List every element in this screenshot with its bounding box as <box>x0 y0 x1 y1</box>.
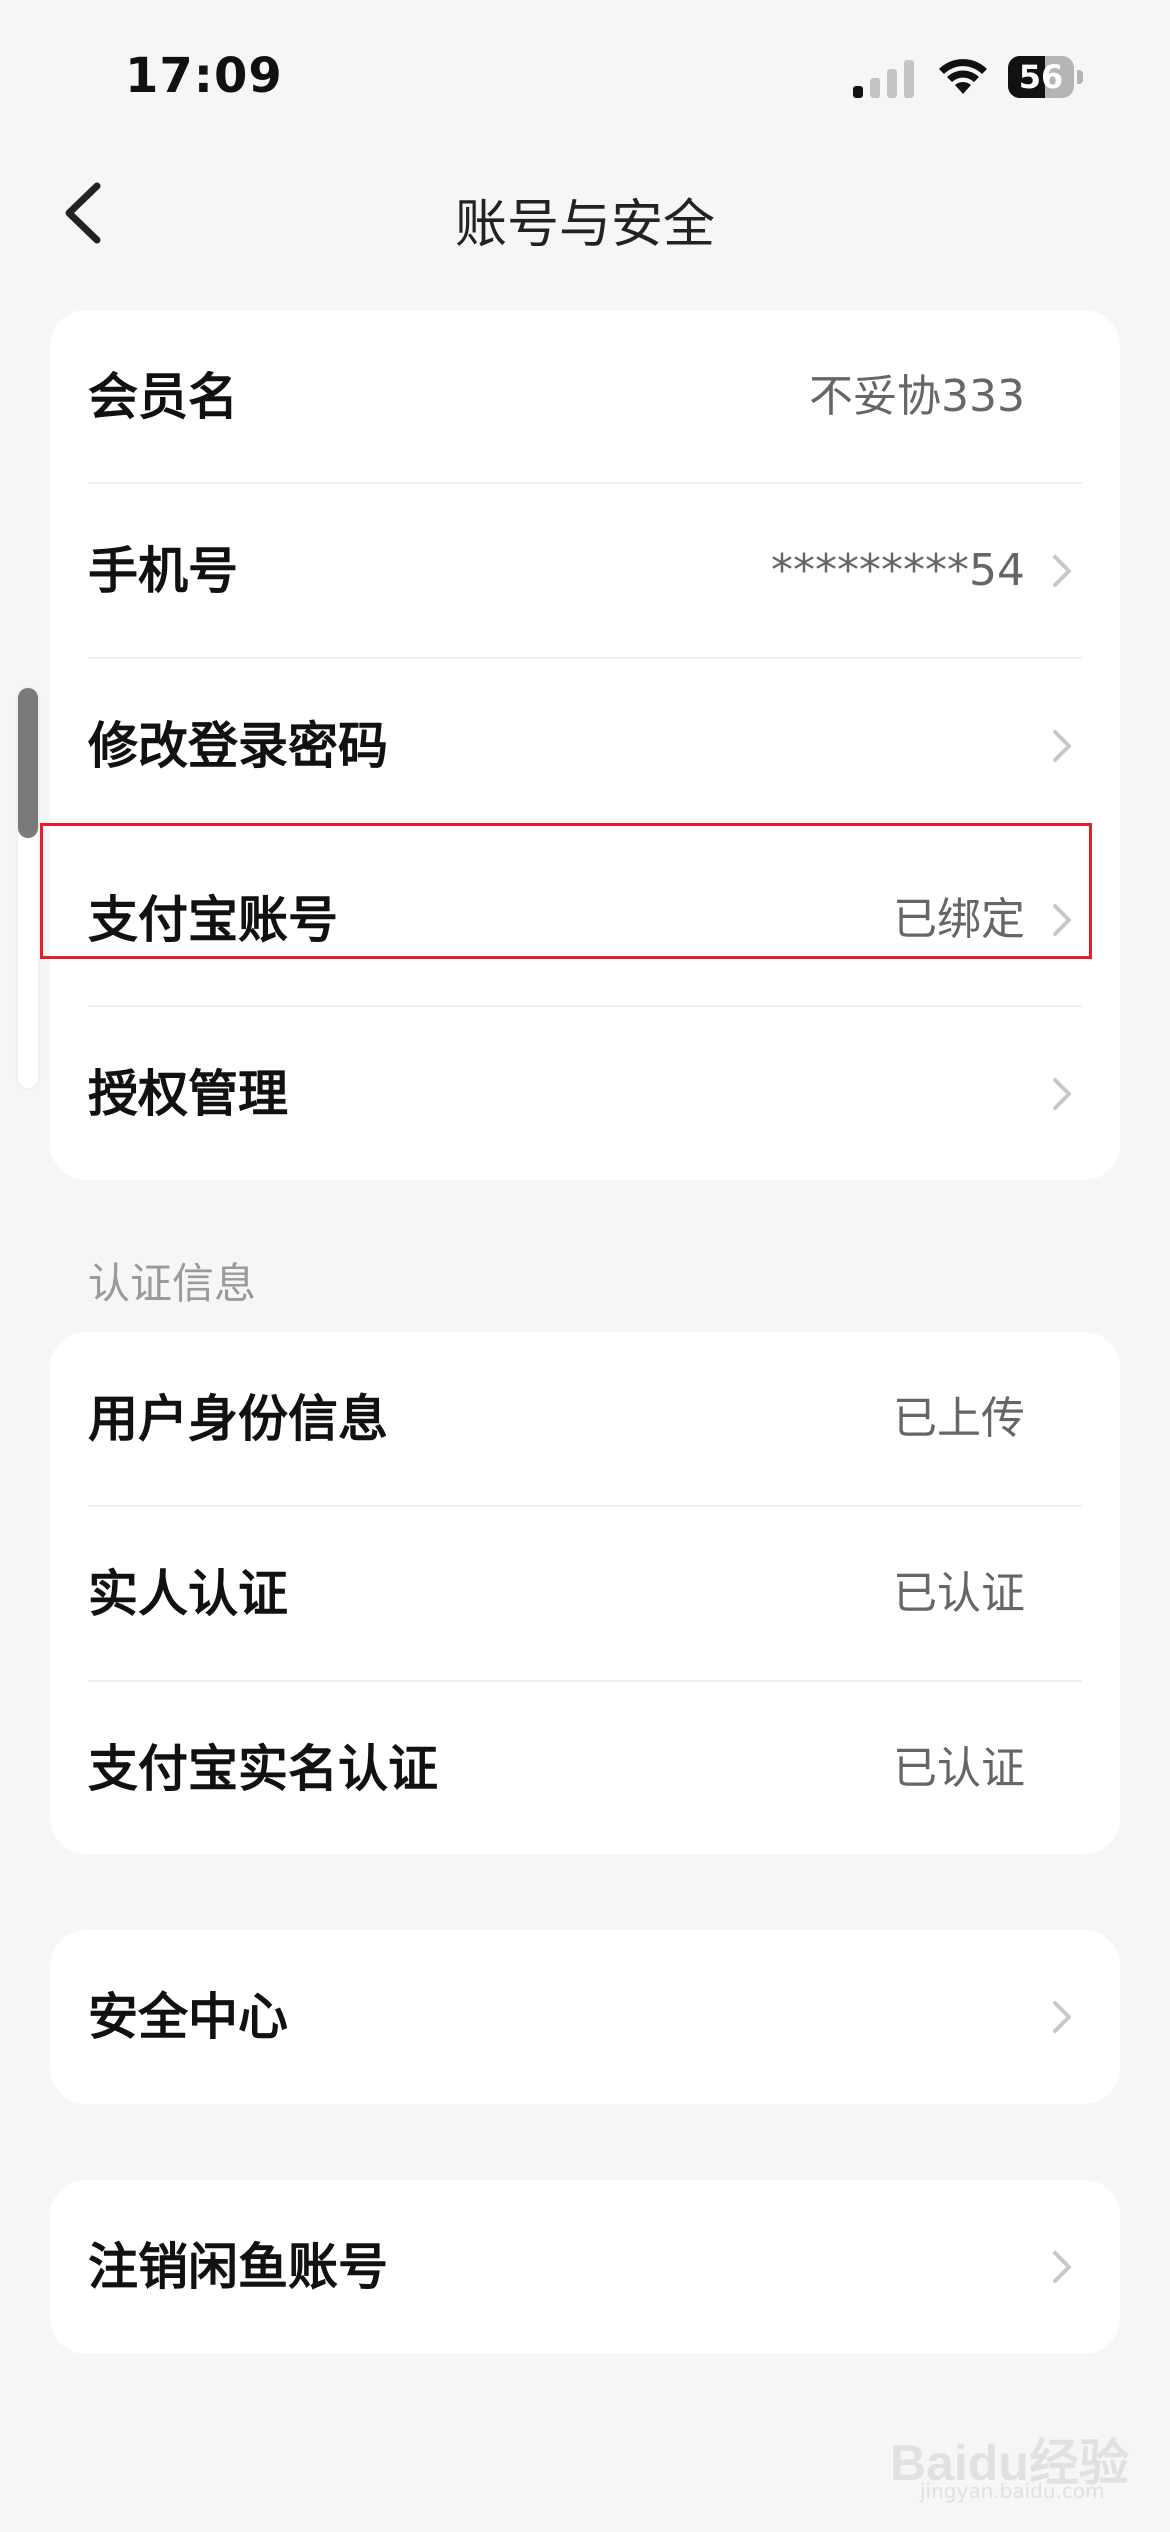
page-title: 账号与安全 <box>454 195 715 255</box>
verification-card: 用户身份信息 已上传 实人认证 已认证 支付宝实名认证 已认证 <box>50 1332 1120 1854</box>
highlight-box <box>40 823 1092 959</box>
status-bar: 17:09 56 <box>0 0 1170 150</box>
row-label: 用户身份信息 <box>88 1390 388 1448</box>
chevron-right-icon <box>1053 555 1071 587</box>
row-label: 会员名 <box>88 368 238 426</box>
row-label: 安全中心 <box>88 1988 288 2046</box>
row-member-name[interactable]: 会员名 不妥协333 <box>50 310 1120 484</box>
security-center-card[interactable]: 安全中心 <box>50 1930 1120 2104</box>
row-real-person-verification[interactable]: 实人认证 已认证 <box>50 1507 1120 1681</box>
status-time: 17:09 <box>125 48 283 104</box>
row-value: 已上传 <box>893 1393 1025 1444</box>
battery-percent: 56 <box>1018 58 1064 96</box>
row-change-password[interactable]: 修改登录密码 <box>50 659 1120 833</box>
scrollbar-thumb[interactable] <box>18 688 38 838</box>
row-identity-info[interactable]: 用户身份信息 已上传 <box>50 1332 1120 1506</box>
row-phone-number[interactable]: 手机号 *********54 <box>50 484 1120 658</box>
row-label: 手机号 <box>88 542 238 600</box>
cancel-account-card[interactable]: 注销闲鱼账号 <box>50 2180 1120 2354</box>
row-security-center[interactable]: 安全中心 <box>50 1930 1120 2104</box>
chevron-right-icon <box>1053 1078 1071 1110</box>
row-label: 修改登录密码 <box>88 717 388 775</box>
wifi-icon <box>939 59 987 94</box>
row-cancel-account[interactable]: 注销闲鱼账号 <box>50 2180 1120 2354</box>
battery-icon: 56 <box>1008 56 1084 98</box>
row-value: 不妥协333 <box>809 371 1025 422</box>
row-value: 已认证 <box>893 1743 1025 1794</box>
row-label: 实人认证 <box>88 1565 288 1623</box>
cellular-signal-icon <box>853 60 914 98</box>
watermark-sub: jingyan.baidu.com <box>920 2479 1105 2503</box>
section-title-verification: 认证信息 <box>88 1259 257 1308</box>
row-label: 授权管理 <box>88 1065 288 1123</box>
row-label: 支付宝实名认证 <box>88 1740 438 1798</box>
row-authorization-management[interactable]: 授权管理 <box>50 1007 1120 1181</box>
account-card: 会员名 不妥协333 手机号 *********54 修改登录密码 支付宝账号 … <box>50 310 1120 1180</box>
scrollbar[interactable] <box>18 688 38 1088</box>
row-value: 已认证 <box>893 1568 1025 1619</box>
chevron-right-icon <box>1053 2251 1071 2283</box>
row-label: 注销闲鱼账号 <box>88 2238 388 2296</box>
watermark: Baidu经验 jingyan.baidu.com <box>890 2395 1130 2505</box>
nav-bar: 账号与安全 <box>0 160 1170 270</box>
chevron-right-icon <box>1053 2001 1071 2033</box>
chevron-right-icon <box>1053 730 1071 762</box>
row-value: *********54 <box>771 545 1025 596</box>
row-alipay-real-name[interactable]: 支付宝实名认证 已认证 <box>50 1682 1120 1856</box>
